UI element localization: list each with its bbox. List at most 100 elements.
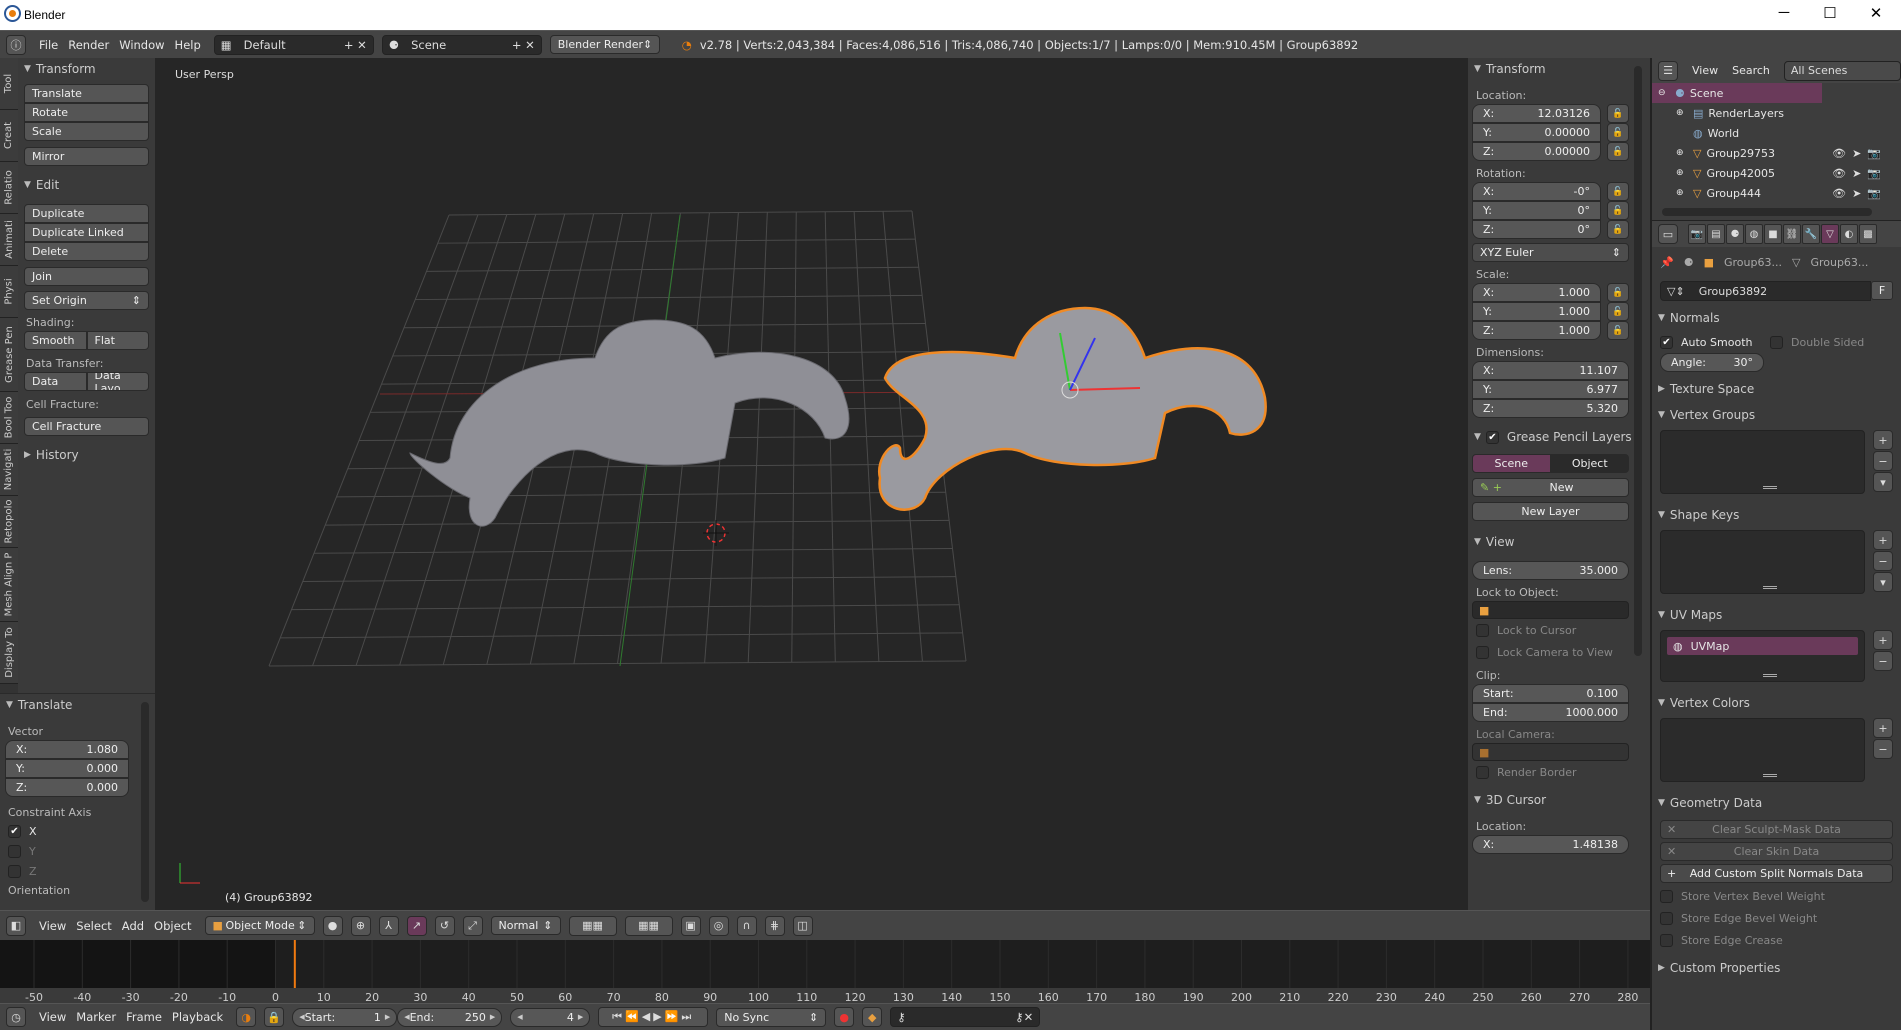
tooltab-4[interactable]: Physi [0,266,18,318]
number-field-start[interactable]: Start: 0.100 [1472,684,1629,703]
number-field-y[interactable]: Y: 6.977 [1472,380,1629,399]
tooltab-0[interactable]: Tool [0,58,18,110]
sync-select[interactable]: No Sync ⇕ [716,1007,827,1027]
lock-icon[interactable]: 🔓 [1607,123,1629,142]
breadcrumb-mesh[interactable]: Group63... [1810,256,1868,269]
number-field-x[interactable]: X: 12.03126 [1472,104,1601,123]
world-tab-icon[interactable]: ◍ [1745,224,1763,244]
record-icon[interactable]: ● [834,1007,855,1027]
operator-header[interactable]: ▼ Translate [0,694,155,716]
editor-type-timeline-icon[interactable]: ◷ [6,1007,26,1027]
normals-header[interactable]: ▼ Normals [1652,307,1901,329]
operator-scrollbar[interactable] [141,702,149,902]
constraint-axis-y[interactable]: Y [0,841,155,861]
uv-maps-list[interactable]: ◍ UVMap [1660,630,1865,682]
tooltab-5[interactable]: Grease Pen [0,318,18,392]
render-engine-select[interactable]: Blender Render ⇕ [549,35,660,54]
tooltab-6[interactable]: Bool Too [0,392,18,444]
remove-icon[interactable]: − [1873,651,1893,671]
delete-button[interactable]: Delete [24,242,149,261]
number-field-x[interactable]: X: 11.107 [1472,361,1629,380]
menu-render[interactable]: Render [63,38,114,52]
number-field-lens[interactable]: Lens: 35.000 [1472,561,1629,580]
menu-select[interactable]: Select [71,919,116,933]
tooltab-10[interactable]: Display To [0,622,18,684]
tooltab-7[interactable]: Navigati [0,444,18,496]
start-frame-field[interactable]: ◀ Start: 1 ▶ [292,1007,398,1027]
custom-properties-header[interactable]: ▶ Custom Properties [1652,957,1901,979]
expand-icon[interactable]: ⊖ [1658,88,1670,98]
outliner-item-renderlayers[interactable]: ⊕ ▤ RenderLayers [1652,103,1901,123]
texture-tab-icon[interactable]: ▩ [1859,224,1877,244]
local-camera-field[interactable]: ■ [1472,743,1629,761]
outliner-item-world[interactable]: ◍ World [1652,123,1901,143]
mesh-name-field[interactable]: ▽⇕ Group63892 [1660,281,1871,301]
n-panel-scrollbar[interactable] [1634,66,1642,656]
properties-editor-icon[interactable]: ▭ [1658,224,1678,244]
cell-fracture-button[interactable]: Cell Fracture [24,417,149,436]
fake-user-button[interactable]: F [1871,281,1893,300]
lock-icon[interactable]: 🔓 [1607,201,1629,220]
uv-maps-header[interactable]: ▼ UV Maps [1652,604,1901,626]
auto-smooth-checkbox[interactable]: ✔ Auto Smooth [1660,335,1770,349]
add-icon[interactable]: + [1873,430,1893,450]
playback-controls-icon[interactable]: ⏮⏪◀▶⏩⏭ [598,1007,709,1027]
outliner-view-menu[interactable]: View [1692,64,1718,77]
pin-icon[interactable]: 📌 [1660,256,1674,269]
render-layer-icon[interactable]: ▣ [680,915,701,936]
vertex-colors-list[interactable] [1660,718,1865,782]
uv-maps-item-uvmap[interactable]: ◍ UVMap [1667,637,1858,655]
store-option-checkbox[interactable]: Store Edge Bevel Weight [1652,907,1901,929]
panel-transform-header[interactable]: ▼ Transform [18,58,155,80]
close-button[interactable]: ✕ [1856,4,1896,22]
number-field-z[interactable]: Z: 1.000 [1472,321,1601,340]
mirror-button[interactable]: Mirror [24,147,149,166]
lock-icon[interactable]: 🔓 [1607,104,1629,123]
number-field-x[interactable]: X: 1.48138 [1472,835,1629,854]
menu-frame[interactable]: Frame [121,1010,167,1024]
opengl-render-icon[interactable]: ◫ [792,915,813,936]
layers-2-icon[interactable]: ▦▦ [624,915,673,936]
n-transform-header[interactable]: ▼ Transform [1468,58,1633,80]
number-field-x[interactable]: X: -0° [1472,182,1601,201]
add-split-normals-button[interactable]: + Add Custom Split Normals Data [1660,864,1893,883]
editor-type-info-icon[interactable]: ⓘ [6,34,26,55]
remove-icon[interactable]: − [1873,451,1893,471]
checkbox-icon[interactable] [1660,911,1673,925]
tooltab-9[interactable]: Mesh Align P [0,548,18,622]
specials-menu-icon[interactable]: ▾ [1873,472,1893,492]
constraints-tab-icon[interactable]: ⛓ [1783,224,1801,244]
add-icon[interactable]: + ✕ [344,38,367,52]
number-field-z[interactable]: Z: 0.00000 [1472,142,1601,161]
gp-object-tab[interactable]: Object [1550,454,1629,473]
lock-to-cursor-checkbox[interactable]: Lock to Cursor [1468,619,1633,641]
checkbox-icon[interactable] [8,864,21,878]
constraint-axis-z[interactable]: Z [0,861,155,881]
expand-icon[interactable]: ⊕ [1676,188,1688,198]
lock-icon[interactable]: 🔓 [1607,321,1629,340]
end-frame-field[interactable]: ◀ End: 250 ▶ [397,1007,503,1027]
tooltab-8[interactable]: Retopolo [0,496,18,548]
gp-new-button[interactable]: ✎ + New [1472,478,1629,497]
outliner-item-group42005[interactable]: ⊕ ▽ Group42005 👁➤📷 [1652,163,1901,183]
menu-view[interactable]: View [34,919,71,933]
grease-pencil-checkbox[interactable]: ✔ [1485,430,1499,444]
number-field-z[interactable]: Z: 0.000 [5,778,129,797]
transform-orientation-select[interactable]: Normal ⇕ [490,916,561,935]
remove-icon[interactable]: − [1873,739,1893,759]
lock-object-field[interactable]: ■ [1472,601,1629,619]
minimize-button[interactable]: ─ [1764,4,1804,21]
add-scene-icon[interactable]: + ✕ [512,38,535,52]
vertex-groups-header[interactable]: ▼ Vertex Groups [1652,404,1901,426]
object-tab-icon[interactable]: ■ [1764,224,1782,244]
geometry-data-header[interactable]: ▼ Geometry Data [1652,792,1901,814]
texture-space-header[interactable]: ▶ Texture Space [1652,378,1901,400]
rotation-mode-select[interactable]: XYZ Euler ⇕ [1472,243,1629,262]
data-layout-button[interactable]: Data Layo [86,372,149,391]
checkbox-icon[interactable] [1660,933,1673,947]
render-border-checkbox[interactable]: Render Border [1468,761,1633,783]
double-sided-checkbox[interactable]: Double Sided [1770,335,1864,349]
menu-playback[interactable]: Playback [167,1010,228,1024]
render-tab-icon[interactable]: 📷 [1688,224,1706,244]
number-field-y[interactable]: Y: 0° [1472,201,1601,220]
